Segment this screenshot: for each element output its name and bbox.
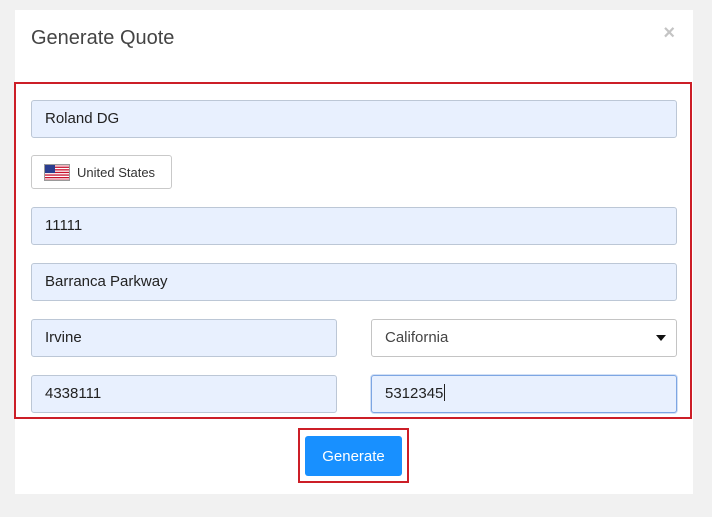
city-input[interactable]: Irvine [31,319,337,357]
company-input[interactable]: Roland DG [31,100,677,138]
street-input[interactable]: Barranca Parkway [31,263,677,301]
close-icon[interactable]: × [663,23,675,43]
generate-button-highlight: Generate [298,428,409,483]
state-select-value: California [385,329,449,346]
text-cursor [444,384,446,401]
fax-input-value: 5312345 [385,385,444,402]
generate-button[interactable]: Generate [305,436,402,476]
fax-input[interactable]: 5312345 [371,375,677,413]
phone-input[interactable]: 4338111 [31,375,337,413]
generate-quote-modal: Generate Quote × Roland DG United States… [14,10,693,494]
postal-code-input[interactable]: 11111 [31,207,677,245]
us-flag-icon [44,163,70,181]
modal-title: Generate Quote [31,27,175,49]
country-label: United States [77,164,156,180]
chevron-down-icon [656,335,666,341]
quote-form: Roland DG United States 11111 Barranca P… [14,82,692,419]
modal-header: Generate Quote × [15,10,693,70]
state-select[interactable]: California [371,319,677,357]
country-selector-button[interactable]: United States [31,155,172,189]
